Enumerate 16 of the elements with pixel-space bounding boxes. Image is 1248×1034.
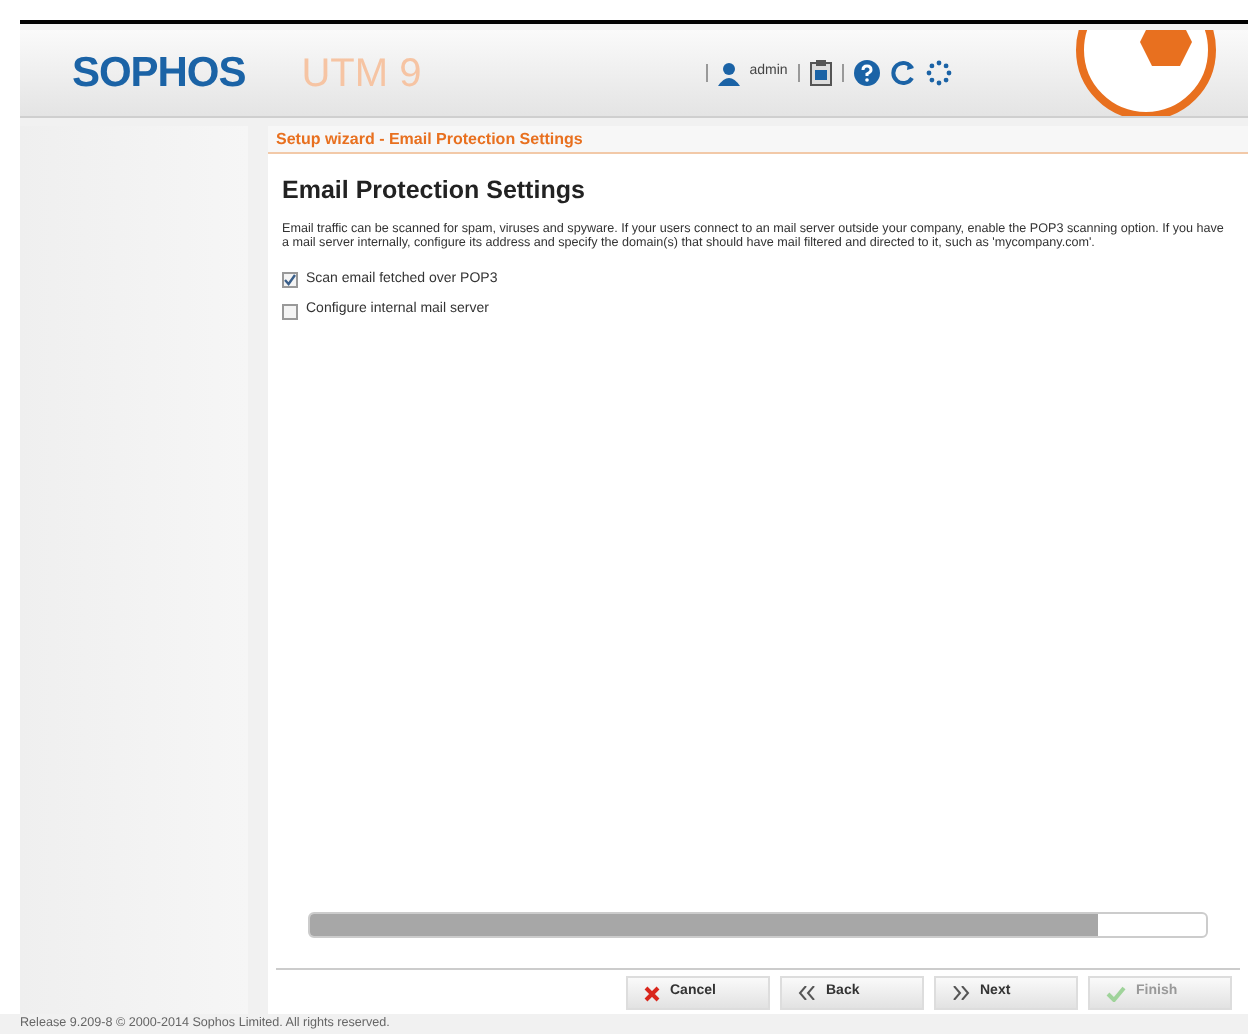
product-name: UTM 9 xyxy=(301,49,422,99)
page-heading: Email Protection Settings xyxy=(282,174,587,208)
logo-emblem-icon xyxy=(1072,30,1220,116)
help-icon[interactable] xyxy=(853,60,880,86)
checkmark-icon xyxy=(1106,985,1126,1001)
spinner-icon xyxy=(925,60,952,86)
wizard-title: Setup wizard - Email Protection Settings xyxy=(276,127,583,151)
double-chevron-left-icon xyxy=(798,986,816,1000)
brand-logo: SOPHOS xyxy=(72,47,246,100)
checkbox[interactable] xyxy=(282,303,298,319)
checkbox[interactable] xyxy=(282,272,298,288)
double-chevron-right-icon xyxy=(952,986,970,1000)
clipboard-icon[interactable] xyxy=(809,60,832,86)
reload-icon[interactable] xyxy=(889,60,916,86)
cross-icon xyxy=(644,985,660,1001)
user-icon[interactable] xyxy=(717,61,740,85)
